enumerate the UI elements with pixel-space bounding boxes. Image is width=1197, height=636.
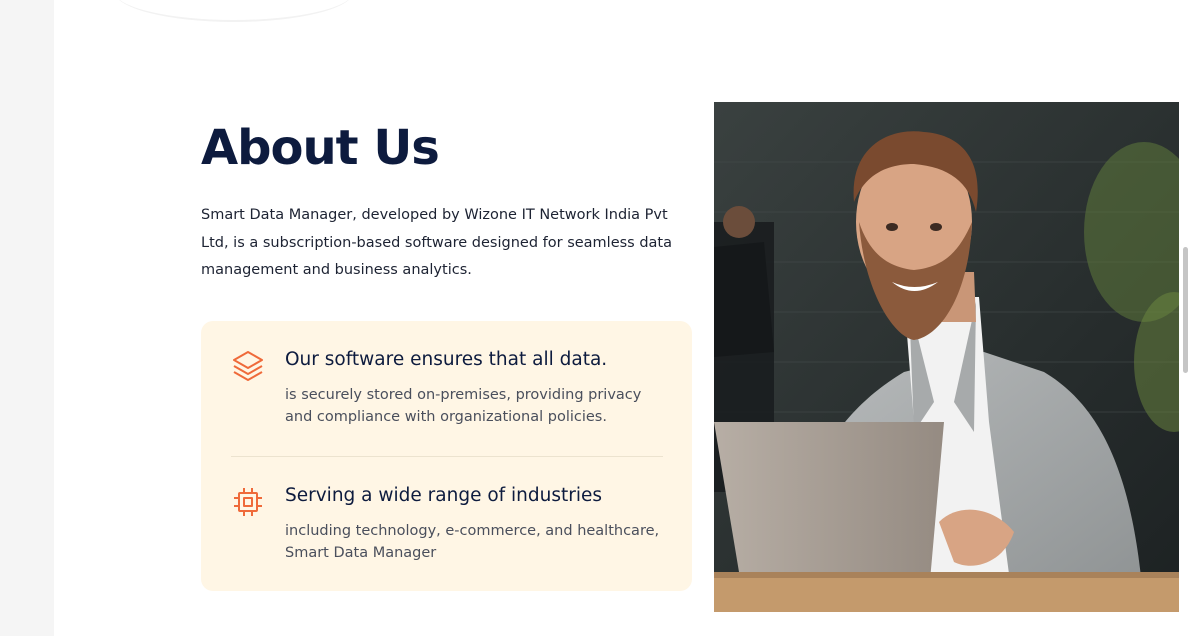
feature-heading: Our software ensures that all data.	[285, 349, 608, 370]
scrollbar-thumb[interactable]	[1183, 247, 1188, 373]
feature-card: Our software ensures that all data. is s…	[201, 321, 692, 591]
about-description: Smart Data Manager, developed by Wizone …	[201, 207, 673, 278]
feature-heading: Serving a wide range of industries	[285, 485, 603, 506]
chip-icon	[231, 485, 265, 519]
hero-photo	[714, 102, 1197, 612]
feature-text: is securely stored on-premises, providin…	[285, 387, 642, 425]
page-title: About Us	[201, 120, 440, 176]
decorative-curve	[114, 0, 354, 22]
about-section: About Us Smart Data Manager, developed b…	[54, 0, 1197, 636]
page-scrollbar[interactable]	[1179, 0, 1197, 636]
feature-text: including technology, e-commerce, and he…	[285, 523, 660, 561]
layers-icon	[231, 349, 265, 383]
feature-divider	[231, 456, 663, 457]
